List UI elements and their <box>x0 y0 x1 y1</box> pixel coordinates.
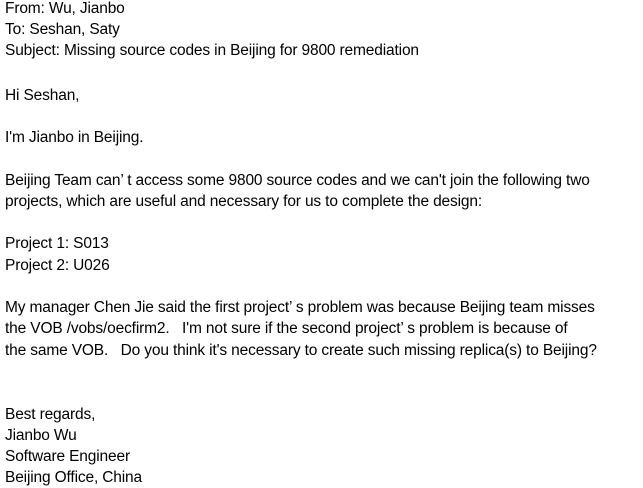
greeting: Hi Seshan, <box>5 87 80 104</box>
paragraph-2-line-1: My manager Chen Jie said the first proje… <box>5 299 595 316</box>
to-line: To: Seshan, Saty <box>5 21 120 38</box>
project-item-1: Project 1: S013 <box>5 235 109 252</box>
paragraph-1-line-1: Beijing Team can’ t access some 9800 sou… <box>5 172 590 189</box>
paragraph-2-line-3: the same VOB. Do you think it's necessar… <box>5 342 597 359</box>
project-item-2: Project 2: U026 <box>5 257 110 274</box>
signature-office: Beijing Office, China <box>5 469 143 486</box>
subject-line: Subject: Missing source codes in Beijing… <box>5 42 419 59</box>
paragraph-2-line-2: the VOB /vobs/oecfirm2. I'm not sure if … <box>5 320 568 337</box>
signature-name: Jianbo Wu <box>5 427 77 444</box>
email-message: From: Wu, Jianbo To: Seshan, Saty Subjec… <box>0 0 643 488</box>
signature-closing: Best regards, <box>5 406 96 423</box>
intro-text: I'm Jianbo in Beijing. <box>5 129 144 146</box>
signature-title: Software Engineer <box>5 448 130 465</box>
paragraph-1-line-2: projects, which are useful and necessary… <box>5 193 483 210</box>
from-line: From: Wu, Jianbo <box>5 0 125 17</box>
